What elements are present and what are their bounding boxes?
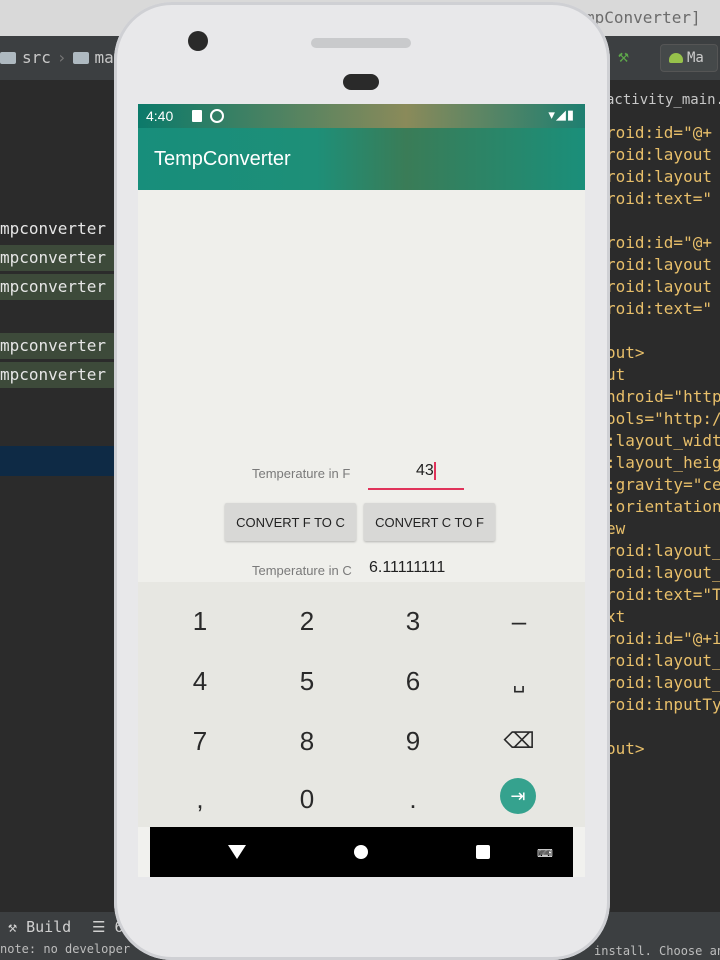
sd-card-icon xyxy=(192,110,202,122)
convert-c-to-f-button[interactable]: CONVERT C TO F xyxy=(364,503,495,541)
folder-icon xyxy=(0,51,16,64)
code-line: roid:id="@+ xyxy=(606,123,712,142)
code-line: :layout_heig xyxy=(606,453,720,472)
code-line: out> xyxy=(606,343,645,362)
breadcrumb-main[interactable]: ma xyxy=(95,48,114,67)
code-line: roid:text="T xyxy=(606,585,720,604)
nav-bar: ⌨ xyxy=(150,827,573,877)
app-title: TempConverter xyxy=(154,148,291,170)
converter-form: Temperature in F 43 CONVERT F TO C CONVE… xyxy=(138,190,585,583)
code-line: :gravity="ce xyxy=(606,475,720,494)
key-2[interactable]: 2 xyxy=(262,592,352,650)
code-line: roid:id="@+i xyxy=(606,629,720,648)
app-bar: TempConverter xyxy=(138,128,585,190)
recents-icon[interactable] xyxy=(476,845,490,859)
key-comma[interactable]: , xyxy=(155,770,245,828)
back-icon[interactable] xyxy=(228,845,246,859)
key-0[interactable]: 0 xyxy=(262,770,352,828)
celsius-input[interactable]: 6.11111111 xyxy=(369,559,445,577)
next-key-icon[interactable]: ⇥ xyxy=(500,778,536,814)
tree-item[interactable]: mpconverter xyxy=(0,245,125,271)
fahrenheit-input[interactable]: 43 xyxy=(416,462,436,480)
code-line: ools="http:/ xyxy=(606,409,720,428)
signal-battery-icons: ▾◢▮ xyxy=(548,107,575,122)
tree-selection-row xyxy=(0,446,125,476)
backspace-key-icon[interactable]: ⌫ xyxy=(474,712,564,770)
fahrenheit-value: 43 xyxy=(416,462,434,480)
ide-window-title: mpConverter] xyxy=(585,8,701,27)
android-icon xyxy=(669,53,683,63)
code-line: roid:inputTyp xyxy=(606,695,720,714)
tree-item[interactable]: mpconverter xyxy=(0,333,125,359)
text-cursor xyxy=(433,462,436,480)
code-line: roid:layout xyxy=(606,145,712,164)
key-9[interactable]: 9 xyxy=(368,712,458,770)
folder-icon xyxy=(72,51,89,64)
build-tab-label: Build xyxy=(26,918,72,936)
sync-icon xyxy=(210,109,224,123)
home-icon[interactable] xyxy=(354,845,368,859)
keyboard-switch-icon[interactable]: ⌨ xyxy=(537,847,553,860)
key-6[interactable]: 6 xyxy=(368,652,458,710)
tree-item[interactable]: mpconverter xyxy=(0,362,125,388)
code-line: :orientation xyxy=(606,497,720,516)
breadcrumb: src › ma xyxy=(0,48,114,67)
editor-tab[interactable]: activity_main.x xyxy=(606,92,720,108)
code-line: roid:layout_ xyxy=(606,563,720,582)
key-5[interactable]: 5 xyxy=(262,652,352,710)
key-minus[interactable]: – xyxy=(474,592,564,650)
celsius-label: Temperature in C xyxy=(252,563,352,578)
convert-f-to-c-button[interactable]: CONVERT F TO C xyxy=(225,503,356,541)
breadcrumb-src[interactable]: src xyxy=(22,48,51,67)
run-config-label: Ma xyxy=(687,50,704,66)
key-7[interactable]: 7 xyxy=(155,712,245,770)
project-tree: mpconverter mpconverter mpconverter mpco… xyxy=(0,80,125,920)
speaker-grille xyxy=(311,38,411,48)
code-line: roid:text=" xyxy=(606,189,712,208)
run-config-button[interactable]: Ma xyxy=(660,44,718,72)
build-hammer-icon[interactable]: ⚒ xyxy=(618,46,629,67)
key-3[interactable]: 3 xyxy=(368,592,458,650)
code-line: roid:layout_ xyxy=(606,673,720,692)
key-period[interactable]: . xyxy=(368,770,458,828)
tree-item[interactable]: mpconverter xyxy=(0,274,125,300)
code-line: roid:layout_ xyxy=(606,541,720,560)
code-line: ndroid="http xyxy=(606,387,720,406)
earpiece xyxy=(343,74,379,90)
space-key-icon[interactable]: ␣ xyxy=(474,652,564,710)
key-4[interactable]: 4 xyxy=(155,652,245,710)
build-tab[interactable]: ⚒ Build xyxy=(8,918,71,936)
event-log-note-right: install. Choose an a xyxy=(594,944,720,958)
code-line: roid:text=" xyxy=(606,299,712,318)
event-log-note: note: no developer xyxy=(0,942,131,956)
key-8[interactable]: 8 xyxy=(262,712,352,770)
key-1[interactable]: 1 xyxy=(155,592,245,650)
fahrenheit-label: Temperature in F xyxy=(252,466,351,481)
status-bar: 4:40 ▾◢▮ xyxy=(138,104,585,128)
front-camera xyxy=(188,31,208,51)
numeric-keypad: 1 2 3 – 4 5 6 ␣ 7 8 9 ⌫ , 0 . ⇥ xyxy=(138,582,585,827)
fahrenheit-underline xyxy=(368,488,464,490)
code-line: roid:id="@+ xyxy=(606,233,712,252)
tree-item[interactable]: mpconverter xyxy=(0,216,125,242)
code-line: roid:layout xyxy=(606,277,712,296)
phone-screen: 4:40 ▾◢▮ TempConverter Temperature in F … xyxy=(138,104,585,877)
code-line: roid:layout xyxy=(606,255,712,274)
status-time: 4:40 xyxy=(146,108,174,124)
code-line: roid:layout xyxy=(606,167,712,186)
code-line: roid:layout_ xyxy=(606,651,720,670)
code-editor[interactable]: activity_main.x roid:id="@+ roid:layout ro… xyxy=(600,80,720,920)
code-line: :layout_widt xyxy=(606,431,720,450)
code-line: out> xyxy=(606,739,645,758)
